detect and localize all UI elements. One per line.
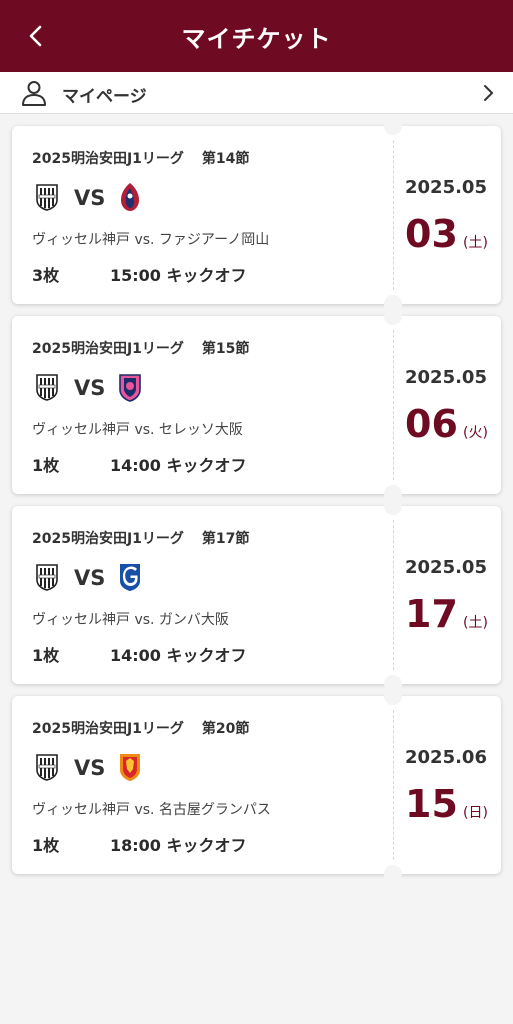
round-label: 第20節 [201, 721, 250, 737]
chevron-left-icon [29, 25, 42, 47]
match-day: 15 [405, 782, 458, 826]
mypage-link[interactable]: マイページ [0, 72, 513, 114]
round-label: 第14節 [201, 151, 250, 167]
matchup-text: ヴィッセル神戸 vs. ファジアーノ岡山 [32, 232, 270, 248]
gamba-osaka-emblem-icon [120, 564, 140, 591]
vissel-kobe-emblem-icon [36, 754, 58, 781]
match-weekday: (火) [463, 425, 488, 441]
league-name: 2025明治安田J1リーグ 第15節 [32, 338, 249, 358]
match-day: 03 [405, 212, 458, 256]
app-header: マイチケット [0, 0, 513, 72]
league-name: 2025明治安田J1リーグ 第20節 [32, 718, 249, 738]
ticket-notch [384, 117, 402, 135]
ticket-notch [384, 687, 402, 705]
back-button[interactable] [22, 22, 50, 50]
matchup-text: ヴィッセル神戸 vs. ガンバ大阪 [32, 612, 229, 628]
match-year-month: 2025.05 [405, 177, 487, 198]
ticket-divider [393, 330, 394, 480]
league-name: 2025明治安田J1リーグ 第17節 [32, 528, 249, 548]
ticket-divider [393, 520, 394, 670]
match-weekday: (日) [463, 805, 488, 821]
vissel-kobe-emblem-icon [36, 184, 58, 211]
vs-label: VS [74, 376, 106, 400]
vs-label: VS [74, 566, 106, 590]
match-year-month: 2025.05 [405, 367, 487, 388]
round-label: 第17節 [201, 531, 250, 547]
page-title: マイチケット [181, 24, 332, 53]
match-day: 17 [405, 592, 458, 636]
ticket-count: 3枚 [32, 266, 60, 285]
ticket-card[interactable]: 2025明治安田J1リーグ 第20節 VS ヴィッセル神戸 vs. 名古屋グランパ… [12, 687, 501, 883]
ticket-count: 1枚 [32, 836, 60, 855]
league-label: 2025明治安田J1リーグ [32, 721, 184, 737]
kickoff-time: 14:00 キックオフ [110, 456, 247, 475]
league-name: 2025明治安田J1リーグ 第14節 [32, 148, 249, 168]
ticket-divider [393, 710, 394, 860]
cerezo-osaka-emblem-icon [119, 374, 141, 402]
ticket-notch [384, 307, 402, 325]
nagoya-grampus-emblem-icon [120, 754, 140, 781]
ticket-card[interactable]: 2025明治安田J1リーグ 第15節 VS ヴィッセル神戸 vs. セレッソ大阪 … [12, 307, 501, 503]
ticket-divider [393, 140, 394, 290]
kickoff-time: 18:00 キックオフ [110, 836, 247, 855]
match-weekday: (土) [463, 615, 488, 631]
match-year-month: 2025.06 [405, 747, 487, 768]
mypage-label: マイページ [62, 87, 147, 107]
match-day: 06 [405, 402, 458, 446]
kickoff-time: 15:00 キックオフ [110, 266, 247, 285]
user-icon [22, 81, 46, 106]
ticket-card[interactable]: 2025明治安田J1リーグ 第14節 VS ヴィッセル神戸 vs. ファジアーノ岡… [12, 117, 501, 313]
kickoff-time: 14:00 キックオフ [110, 646, 247, 665]
vissel-kobe-emblem-icon [36, 374, 58, 401]
ticket-notch [384, 497, 402, 515]
league-label: 2025明治安田J1リーグ [32, 341, 184, 357]
fagiano-okayama-emblem-icon [121, 183, 139, 211]
match-weekday: (土) [463, 235, 488, 251]
league-label: 2025明治安田J1リーグ [32, 531, 184, 547]
match-year-month: 2025.05 [405, 557, 487, 578]
matchup-text: ヴィッセル神戸 vs. 名古屋グランパス [32, 802, 271, 818]
vs-label: VS [74, 756, 106, 780]
ticket-card[interactable]: 2025明治安田J1リーグ 第17節 VS ヴィッセル神戸 vs. ガンバ大阪 1… [12, 497, 501, 693]
ticket-notch [384, 865, 402, 883]
ticket-count: 1枚 [32, 456, 60, 475]
vs-label: VS [74, 186, 106, 210]
ticket-count: 1枚 [32, 646, 60, 665]
round-label: 第15節 [201, 341, 250, 357]
chevron-right-icon [484, 85, 493, 101]
matchup-text: ヴィッセル神戸 vs. セレッソ大阪 [32, 422, 243, 438]
league-label: 2025明治安田J1リーグ [32, 151, 184, 167]
vissel-kobe-emblem-icon [36, 564, 58, 591]
